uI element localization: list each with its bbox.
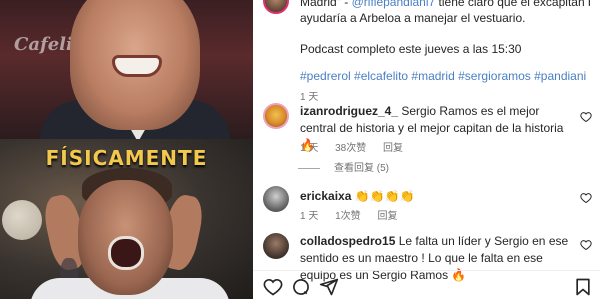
caption-line-3: Podcast completo este jueves a las 15:30 bbox=[300, 42, 522, 56]
player-mouth bbox=[108, 236, 144, 270]
caption-mention-link[interactable]: @riflepandiani7 bbox=[352, 0, 436, 9]
comment-likes[interactable]: 1次赞 bbox=[335, 211, 361, 222]
stadium-light bbox=[2, 200, 42, 240]
bookmark-icon[interactable] bbox=[573, 277, 593, 297]
comment-username[interactable]: izanrodriguez_4_ bbox=[300, 104, 398, 118]
replies-divider bbox=[298, 167, 320, 169]
comment-meta: 1 天 38次赞 回复 bbox=[300, 139, 417, 154]
post-caption: Madrid" - @riflepandiani7 tiene claro qu… bbox=[300, 0, 590, 106]
presenter-mouth bbox=[112, 55, 162, 77]
view-replies-button[interactable]: 查看回复 (5) bbox=[298, 159, 389, 174]
post-media[interactable]: Cafelito FÍSICAMENTE bbox=[0, 0, 253, 299]
post-action-bar bbox=[253, 270, 600, 299]
comment-time: 1 天 bbox=[300, 143, 319, 154]
caption-text-prefix: Madrid" - bbox=[300, 0, 352, 9]
heart-icon[interactable] bbox=[580, 192, 592, 204]
comment-icon[interactable] bbox=[291, 277, 311, 297]
caption-hashtags[interactable]: #pedrerol #elcafelito #madrid #sergioram… bbox=[300, 68, 590, 84]
comment-username[interactable]: colladospedro15 bbox=[300, 234, 395, 248]
comment-item: erickaixa 👏👏👏👏 1 天 1次赞 回复 bbox=[263, 186, 598, 226]
heart-icon[interactable] bbox=[580, 111, 592, 123]
comment-text: 👏👏👏👏 bbox=[354, 189, 415, 203]
heart-icon[interactable] bbox=[263, 277, 283, 297]
comment-meta: 1 天 1次赞 回复 bbox=[300, 207, 411, 222]
view-replies-label: 查看回复 (5) bbox=[334, 163, 389, 174]
comment-reply-button[interactable]: 回复 bbox=[383, 143, 403, 154]
commenter-avatar[interactable] bbox=[263, 103, 289, 129]
commenter-avatar[interactable] bbox=[263, 186, 289, 212]
comment-likes[interactable]: 38次赞 bbox=[335, 143, 366, 154]
comment-username[interactable]: erickaixa bbox=[300, 189, 351, 203]
share-icon[interactable] bbox=[319, 277, 339, 297]
heart-icon[interactable] bbox=[580, 239, 592, 251]
caption-line-2: ayudaría a Arbeloa a manejar el vestuari… bbox=[300, 11, 526, 25]
commenter-avatar[interactable] bbox=[263, 233, 289, 259]
comment-reply-button[interactable]: 回复 bbox=[377, 211, 397, 222]
comment-item: colladospedro15 Le falta un líder y Serg… bbox=[263, 233, 598, 282]
caption-text-suffix: tiene claro que el excapitán blanco bbox=[438, 0, 590, 9]
comment-time: 1 天 bbox=[300, 211, 319, 222]
media-overlay-caption: FÍSICAMENTE bbox=[45, 146, 208, 170]
